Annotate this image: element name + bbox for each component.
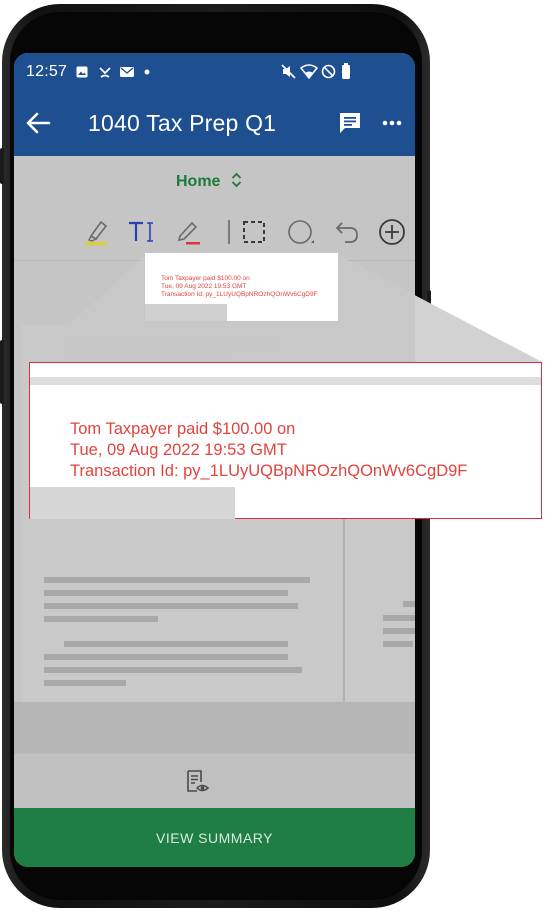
zoom-line-3: Transaction Id: py_1LUyUQBpNROzhQOnWv6Cg… (70, 462, 468, 480)
transaction-stamp-zoom: Tom Taxpayer paid $100.00 on Tue, 09 Aug… (29, 362, 542, 519)
zoom-line-2: Tue, 09 Aug 2022 19:53 GMT (70, 441, 287, 459)
thumb-line-1: Tom Taxpayer paid $100.00 on (161, 275, 250, 282)
transaction-stamp-text: Tom Taxpayer paid $100.00 on Tue, 09 Aug… (70, 419, 467, 482)
thumbnail-grey-block (145, 304, 227, 321)
thumb-line-3: Transaction Id: py_1LUyUQBpNROzhQOnWv6Cg… (161, 291, 318, 298)
zoom-grey-block (30, 487, 235, 519)
zoom-top-bar (30, 377, 541, 385)
phone-device: 12:57 1040 Tax Prep Q1 Home VIEW SUMMARY… (0, 0, 554, 910)
thumb-line-2: Tue, 09 Aug 2022 19:53 GMT (161, 283, 247, 290)
zoom-line-1: Tom Taxpayer paid $100.00 on (70, 420, 296, 438)
